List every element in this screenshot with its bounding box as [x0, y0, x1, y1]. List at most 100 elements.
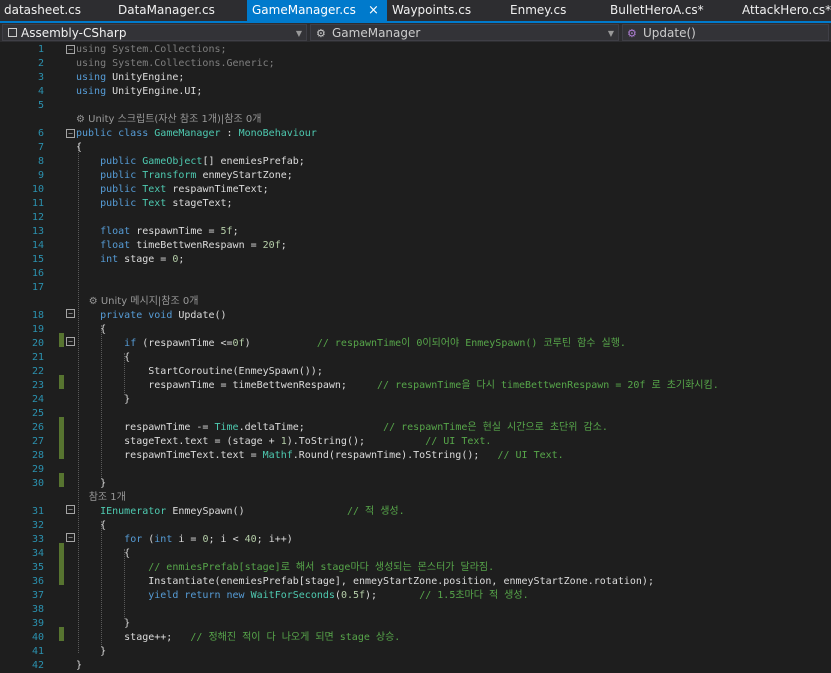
code-line[interactable]: } [76, 477, 106, 491]
code-line[interactable]: float respawnTime = 5f; [76, 225, 239, 239]
code-line[interactable]: respawnTimeText.text = Mathf.Round(respa… [76, 449, 564, 463]
collapse-icon[interactable]: − [66, 129, 75, 138]
line-number: 21 [31, 352, 44, 363]
tab-label: Enmey.cs [510, 3, 567, 17]
code-line[interactable]: { [76, 141, 82, 155]
line-number: 10 [31, 184, 44, 195]
collapse-icon[interactable]: − [66, 533, 75, 542]
code-editor[interactable]: − − − − − − 1 using System.Collections; 2 u… [0, 42, 831, 671]
type-label: GameManager [332, 26, 421, 40]
code-line[interactable]: using UnityEngine; [76, 71, 184, 85]
line-number: 27 [31, 436, 44, 447]
code-line[interactable]: } [76, 617, 130, 631]
close-tab-icon[interactable]: × [368, 0, 383, 21]
line-number: 22 [31, 366, 44, 377]
code-line[interactable]: { [76, 519, 106, 533]
codelens-reference[interactable]: 참조 1개 [76, 491, 126, 505]
line-number: 14 [31, 240, 44, 251]
collapse-icon[interactable]: − [66, 505, 75, 514]
member-dropdown[interactable]: ⚙ Update() [622, 24, 829, 41]
code-line[interactable]: StartCoroutine(EnmeySpawn()); [76, 365, 323, 379]
line-number: 30 [31, 478, 44, 489]
line-number: 18 [31, 310, 44, 321]
line-number: 36 [31, 576, 44, 587]
line-number: 17 [31, 282, 44, 293]
collapse-icon[interactable]: − [66, 45, 75, 54]
tab-label: DataManager.cs [118, 3, 215, 17]
code-line[interactable]: public Text stageText; [76, 197, 232, 211]
code-line[interactable]: Instantiate(enemiesPrefab[stage], enmeyS… [76, 575, 654, 589]
tab-attackhero[interactable]: AttackHero.cs* [742, 0, 831, 21]
code-line[interactable]: // enmiesPrefab[stage]로 해서 stage마다 생성되는 … [76, 561, 494, 575]
code-line[interactable]: float timeBettwenRespawn = 20f; [76, 239, 287, 253]
code-line[interactable]: public GameObject[] enemiesPrefab; [76, 155, 305, 169]
code-line[interactable]: { [76, 323, 106, 337]
code-line[interactable]: int stage = 0; [76, 253, 184, 267]
code-line[interactable]: private void Update() [76, 309, 226, 323]
tab-datamanager[interactable]: DataManager.cs [118, 0, 228, 21]
codelens-reference[interactable]: ⚙ Unity 스크립트(자산 참조 1개)|참조 0개 [76, 113, 261, 127]
line-number: 11 [31, 198, 44, 209]
code-line[interactable]: respawnTime = timeBettwenRespawn; // res… [76, 379, 718, 393]
type-dropdown[interactable]: ⚙ GameManager ▼ [310, 24, 619, 41]
line-number: 3 [37, 72, 44, 83]
change-marker [59, 627, 64, 641]
chevron-down-icon: ▼ [607, 29, 614, 38]
line-number: 42 [31, 660, 44, 671]
change-marker [59, 333, 64, 347]
line-number: 25 [31, 408, 44, 419]
code-line[interactable]: stageText.text = (stage + 1).ToString();… [76, 435, 491, 449]
codelens-reference[interactable]: ⚙ Unity 메시지|참조 0개 [76, 295, 199, 309]
line-number: 28 [31, 450, 44, 461]
code-line[interactable]: yield return new WaitForSeconds(0.5f); /… [76, 589, 528, 603]
code-line[interactable]: if (respawnTime <=0f) // respawnTime이 0이… [76, 337, 626, 351]
code-line[interactable]: using UnityEngine.UI; [76, 85, 202, 99]
code-line[interactable]: } [76, 645, 106, 659]
code-line[interactable]: stage++; // 정해진 적이 다 나오게 되면 stage 상승. [76, 631, 400, 645]
tab-enmey[interactable]: Enmey.cs [510, 0, 580, 21]
change-marker [59, 473, 64, 487]
code-line[interactable]: public class GameManager : MonoBehaviour [76, 127, 317, 141]
change-marker [59, 375, 64, 389]
document-tab-bar: datasheet.cs DataManager.cs GameManager.… [0, 0, 831, 23]
line-number: 9 [37, 170, 44, 181]
tab-gamemanager[interactable]: GameManager.cs × [247, 0, 387, 21]
code-line[interactable]: public Text respawnTimeText; [76, 183, 269, 197]
line-number: 8 [37, 156, 44, 167]
collapse-icon[interactable]: − [66, 309, 75, 318]
line-number: 16 [31, 268, 44, 279]
line-number: 40 [31, 632, 44, 643]
tab-datasheet[interactable]: datasheet.cs [4, 0, 94, 21]
code-line[interactable]: public Transform enmeyStartZone; [76, 169, 293, 183]
line-number: 4 [37, 86, 44, 97]
code-line[interactable]: } [76, 659, 82, 673]
change-marker [59, 543, 64, 585]
code-line[interactable]: IEnumerator EnmeySpawn() // 적 생성. [76, 505, 405, 519]
code-line[interactable]: } [76, 393, 130, 407]
tab-waypoints[interactable]: Waypoints.cs [392, 0, 482, 21]
code-line[interactable]: using System.Collections; [76, 43, 227, 57]
line-number: 23 [31, 380, 44, 391]
code-line[interactable]: { [76, 351, 130, 365]
change-marker [59, 417, 64, 459]
line-number: 26 [31, 422, 44, 433]
tab-bulletheroa[interactable]: BulletHeroA.cs* [610, 0, 720, 21]
project-dropdown[interactable]: Assembly-CSharp ▼ [2, 24, 307, 41]
collapse-icon[interactable]: − [66, 337, 75, 346]
tab-label: BulletHeroA.cs* [610, 3, 704, 17]
line-number: 19 [31, 324, 44, 335]
line-number: 20 [31, 338, 44, 349]
code-line[interactable]: for (int i = 0; i < 40; i++) [76, 533, 293, 547]
line-number: 29 [31, 464, 44, 475]
line-number: 41 [31, 646, 44, 657]
code-line[interactable]: { [76, 547, 130, 561]
line-number: 38 [31, 604, 44, 615]
tab-label: GameManager.cs [252, 3, 356, 17]
line-number: 6 [37, 128, 44, 139]
project-label: Assembly-CSharp [21, 26, 127, 40]
code-line[interactable]: using System.Collections.Generic; [76, 57, 275, 71]
line-number: 1 [37, 44, 44, 55]
code-line[interactable]: respawnTime -= Time.deltaTime; // respaw… [76, 421, 608, 435]
line-number: 37 [31, 590, 44, 601]
line-number: 13 [31, 226, 44, 237]
